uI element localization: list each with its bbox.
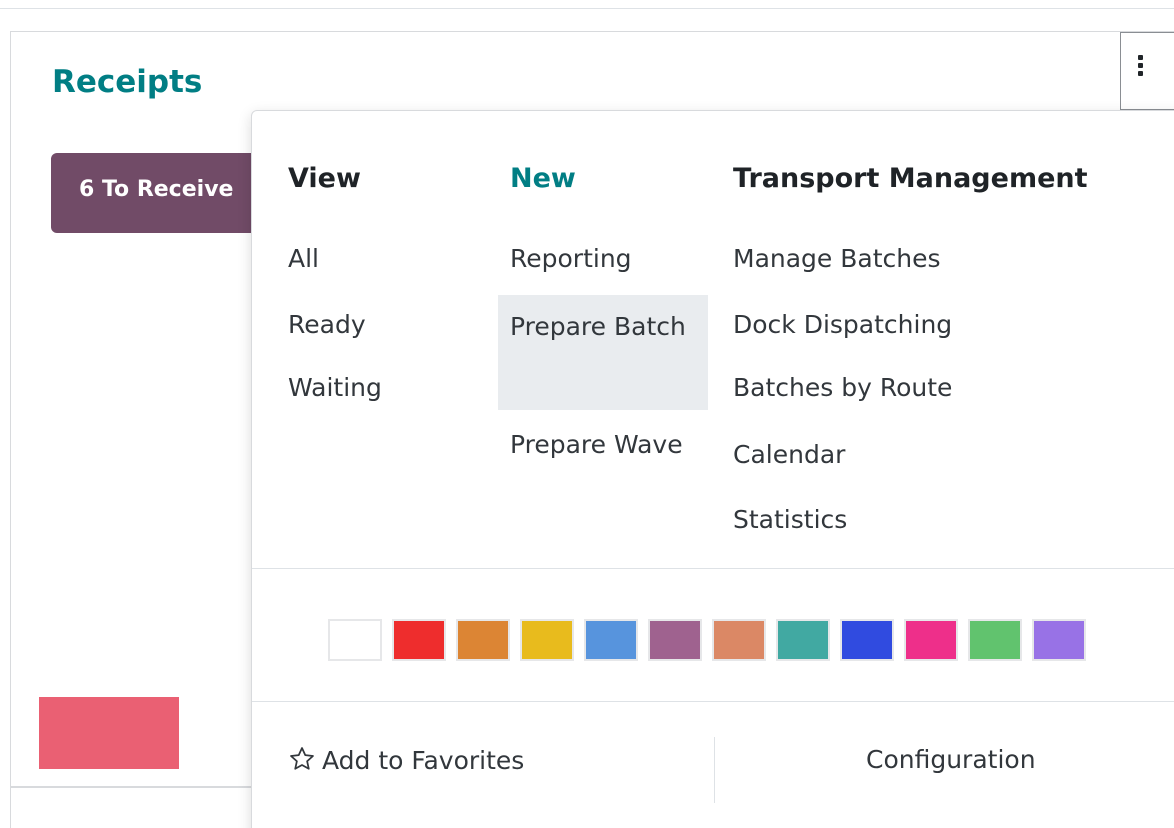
color-swatch[interactable] (392, 619, 446, 661)
add-to-favorites-label: Add to Favorites (322, 746, 525, 775)
color-swatch[interactable] (1032, 619, 1086, 661)
new-item-reporting[interactable]: Reporting (510, 235, 632, 283)
view-item-ready[interactable]: Ready (288, 301, 366, 349)
transport-item-calendar[interactable]: Calendar (733, 431, 845, 479)
color-swatch[interactable] (648, 619, 702, 661)
card-title[interactable]: Receipts (52, 64, 202, 100)
vertical-ellipsis-icon (1138, 55, 1144, 77)
progress-chip (39, 697, 179, 769)
transport-item-dock-dispatching[interactable]: Dock Dispatching (733, 301, 952, 349)
color-swatch[interactable] (328, 619, 382, 661)
kanban-page: Receipts 6 To Receive View All Ready Wai… (0, 0, 1174, 828)
color-swatch[interactable] (776, 619, 830, 661)
card-menu-button[interactable] (1120, 32, 1174, 110)
color-swatch[interactable] (712, 619, 766, 661)
star-outline-icon (290, 747, 314, 770)
view-item-waiting[interactable]: Waiting (288, 364, 382, 412)
card-dropdown-menu: View All Ready Waiting New Reporting Pre… (251, 110, 1174, 828)
view-header: View (288, 163, 361, 194)
footer-divider (714, 737, 715, 803)
configuration-button[interactable]: Configuration (866, 745, 1036, 774)
color-swatch[interactable] (840, 619, 894, 661)
new-header: New (510, 163, 576, 194)
view-item-all[interactable]: All (288, 235, 319, 283)
color-swatch[interactable] (584, 619, 638, 661)
color-swatch[interactable] (456, 619, 510, 661)
top-divider (0, 8, 1174, 9)
color-swatch[interactable] (968, 619, 1022, 661)
color-swatch[interactable] (520, 619, 574, 661)
menu-separator-bottom (252, 701, 1174, 702)
menu-separator-top (252, 568, 1174, 569)
new-item-prepare-batch[interactable]: Prepare Batch (498, 295, 708, 410)
transport-header: Transport Management (733, 163, 1088, 194)
add-to-favorites-button[interactable]: Add to Favorites (288, 745, 524, 775)
color-swatch[interactable] (904, 619, 958, 661)
transport-item-manage-batches[interactable]: Manage Batches (733, 235, 941, 283)
new-item-prepare-wave[interactable]: Prepare Wave (498, 420, 708, 470)
transport-item-batches-by-route[interactable]: Batches by Route (733, 364, 952, 412)
transport-item-statistics[interactable]: Statistics (733, 496, 847, 544)
